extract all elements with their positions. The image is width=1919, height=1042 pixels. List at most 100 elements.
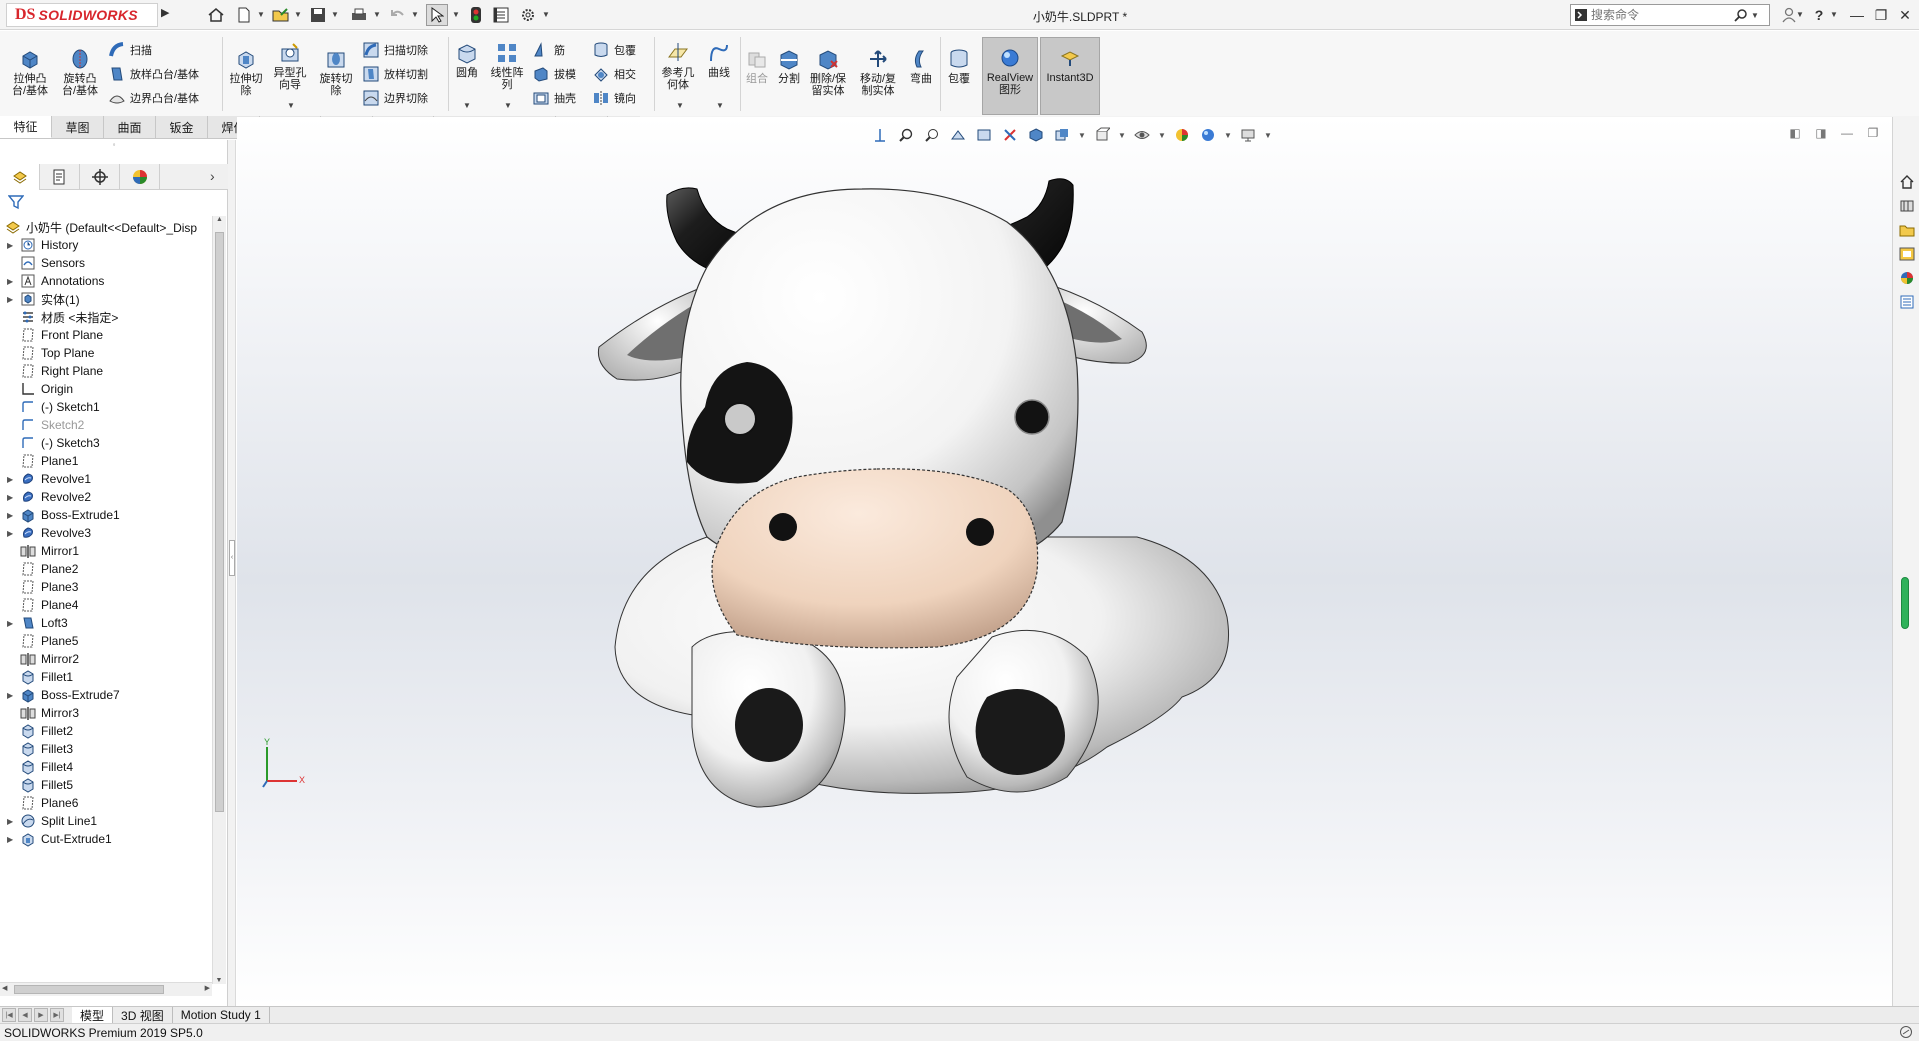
- solidworks-resources-icon[interactable]: [1896, 171, 1917, 192]
- hide-show-items-icon[interactable]: [1052, 125, 1072, 145]
- draft-button[interactable]: 拔模: [532, 64, 576, 84]
- search-input[interactable]: [1591, 6, 1731, 24]
- expand-arrow-icon[interactable]: ▶: [7, 511, 19, 520]
- expand-arrow-icon[interactable]: ▶: [7, 619, 19, 628]
- undo-dropdown-icon[interactable]: ▼: [411, 10, 419, 19]
- select-dropdown-icon[interactable]: ▼: [452, 10, 460, 19]
- search-commands[interactable]: ▼: [1570, 4, 1770, 26]
- expand-arrow-icon[interactable]: ▶: [7, 241, 19, 250]
- view-setting-dropdown-icon[interactable]: ▼: [1118, 131, 1126, 140]
- new-file-icon[interactable]: [233, 4, 255, 26]
- fillet-dropdown-icon[interactable]: ▼: [463, 101, 471, 110]
- options-dropdown-icon[interactable]: ▼: [542, 10, 550, 19]
- help-icon[interactable]: ?: [1808, 5, 1830, 25]
- scroll-right-icon[interactable]: ▶: [205, 984, 210, 992]
- combine-button[interactable]: 组合: [742, 47, 772, 85]
- search-command-icon[interactable]: [1571, 5, 1591, 25]
- new-dropdown-icon[interactable]: ▼: [257, 10, 265, 19]
- save-icon[interactable]: [307, 4, 329, 26]
- monitor-dropdown-icon[interactable]: ▼: [1264, 131, 1272, 140]
- restore-icon[interactable]: ❐: [1870, 5, 1892, 25]
- viewport-minimize-icon[interactable]: —: [1837, 124, 1857, 142]
- menu-expand-icon[interactable]: ▶: [161, 6, 173, 24]
- edit-appearance-icon[interactable]: [1132, 125, 1152, 145]
- tab-1[interactable]: 草图: [52, 116, 104, 138]
- hide-show-dropdown-icon[interactable]: ▼: [1078, 131, 1086, 140]
- panel-grip[interactable]: ◦: [0, 140, 228, 150]
- loft-boss-button[interactable]: 放样凸台/基体: [108, 64, 199, 84]
- expand-arrow-icon[interactable]: ▶: [7, 691, 19, 700]
- open-file-icon[interactable]: [270, 4, 292, 26]
- property-manager-tab[interactable]: [40, 164, 80, 190]
- panel-splitter[interactable]: ‹: [228, 140, 236, 1006]
- reference-geometry-dropdown-icon[interactable]: ▼: [676, 101, 684, 110]
- apply-scene-icon[interactable]: [1172, 125, 1192, 145]
- delete-keep-body-button[interactable]: 删除/保 留实体: [806, 47, 850, 97]
- bottom-tab-1[interactable]: 3D 视图: [113, 1007, 173, 1023]
- design-library-icon[interactable]: [1896, 195, 1917, 216]
- tree-item[interactable]: ▶ Cut-Extrude1: [0, 828, 212, 850]
- cow-snout[interactable]: [711, 468, 1039, 649]
- wrap2-button[interactable]: 包覆: [944, 47, 974, 85]
- expand-arrow-icon[interactable]: ▶: [7, 835, 19, 844]
- expand-arrow-icon[interactable]: ▶: [7, 529, 19, 538]
- split-button[interactable]: 分割: [774, 47, 804, 85]
- lofted-cut-button[interactable]: 放样切割: [362, 64, 428, 84]
- close-icon[interactable]: ✕: [1894, 5, 1916, 25]
- cow-eye-left[interactable]: [723, 402, 757, 436]
- monitor-icon[interactable]: [1238, 125, 1258, 145]
- scroll-up-icon[interactable]: ▲: [213, 216, 226, 223]
- display-style-icon[interactable]: [1026, 125, 1046, 145]
- home-icon[interactable]: [205, 4, 227, 26]
- section-view-icon[interactable]: [948, 125, 968, 145]
- status-help-icon[interactable]: [1899, 1025, 1913, 1042]
- custom-properties-icon[interactable]: [1896, 291, 1917, 312]
- revolve-boss-button[interactable]: 旋转凸 台/基体: [58, 47, 102, 97]
- collapse-right-icon[interactable]: ◨: [1811, 124, 1831, 142]
- print-icon[interactable]: [348, 4, 370, 26]
- expand-arrow-icon[interactable]: ▶: [7, 475, 19, 484]
- solidworks-logo[interactable]: DS SOLIDWORKS: [6, 3, 158, 27]
- task-pane-grip[interactable]: [1901, 577, 1909, 629]
- bottom-tab-2[interactable]: Motion Study 1: [173, 1007, 270, 1023]
- cow-eye-right[interactable]: [1014, 399, 1050, 435]
- scene-dropdown-icon[interactable]: ▼: [1224, 131, 1232, 140]
- tree-vertical-scrollbar[interactable]: ▲ ▼: [212, 216, 226, 984]
- tab-0[interactable]: 特征: [0, 116, 52, 138]
- splitter-grip-icon[interactable]: ‹: [229, 540, 235, 576]
- fillet-button[interactable]: 圆角: [452, 41, 482, 79]
- reference-geometry-button[interactable]: 参考几 何体: [658, 41, 698, 91]
- last-tab-icon[interactable]: ▶|: [50, 1008, 64, 1022]
- expand-arrow-icon[interactable]: ▶: [7, 295, 19, 304]
- previous-view-icon[interactable]: [922, 125, 942, 145]
- boundary-boss-button[interactable]: 边界凸台/基体: [108, 88, 199, 108]
- revolve-cut-button[interactable]: 旋转切 除: [316, 47, 356, 97]
- help-dropdown-icon[interactable]: ▼: [1830, 10, 1838, 19]
- collapse-left-icon[interactable]: ◧: [1785, 124, 1805, 142]
- tree-horizontal-scrollbar[interactable]: ◀ ▶: [0, 982, 212, 996]
- prev-tab-icon[interactable]: ◀: [18, 1008, 32, 1022]
- view-palette-icon[interactable]: [1896, 243, 1917, 264]
- options-gear-icon[interactable]: [517, 4, 539, 26]
- tab-2[interactable]: 曲面: [104, 116, 156, 138]
- boundary-cut-button[interactable]: 边界切除: [362, 88, 428, 108]
- horizontal-scroll-thumb[interactable]: [14, 985, 164, 994]
- configuration-manager-tab[interactable]: [80, 164, 120, 190]
- zoom-to-area-icon[interactable]: [896, 125, 916, 145]
- display-manager-tab[interactable]: [120, 164, 160, 190]
- appearance-dropdown-icon[interactable]: ▼: [1158, 131, 1166, 140]
- linear-pattern-dropdown-icon[interactable]: ▼: [504, 101, 512, 110]
- move-copy-body-button[interactable]: 移动/复 制实体: [856, 47, 900, 97]
- chevron-right-icon[interactable]: ›: [210, 168, 215, 184]
- scroll-thumb[interactable]: [215, 232, 224, 812]
- instant3d-button[interactable]: Instant3D: [1040, 37, 1100, 115]
- expand-arrow-icon[interactable]: ▶: [7, 277, 19, 286]
- linear-pattern-button[interactable]: 线性阵 列: [487, 41, 527, 91]
- file-explorer-icon[interactable]: [1896, 219, 1917, 240]
- search-icon[interactable]: [1731, 8, 1751, 22]
- print-dropdown-icon[interactable]: ▼: [373, 10, 381, 19]
- next-tab-icon[interactable]: ▶: [34, 1008, 48, 1022]
- minimize-icon[interactable]: —: [1846, 5, 1868, 25]
- mirror-button[interactable]: 镜向: [592, 88, 636, 108]
- undo-icon[interactable]: [387, 4, 409, 26]
